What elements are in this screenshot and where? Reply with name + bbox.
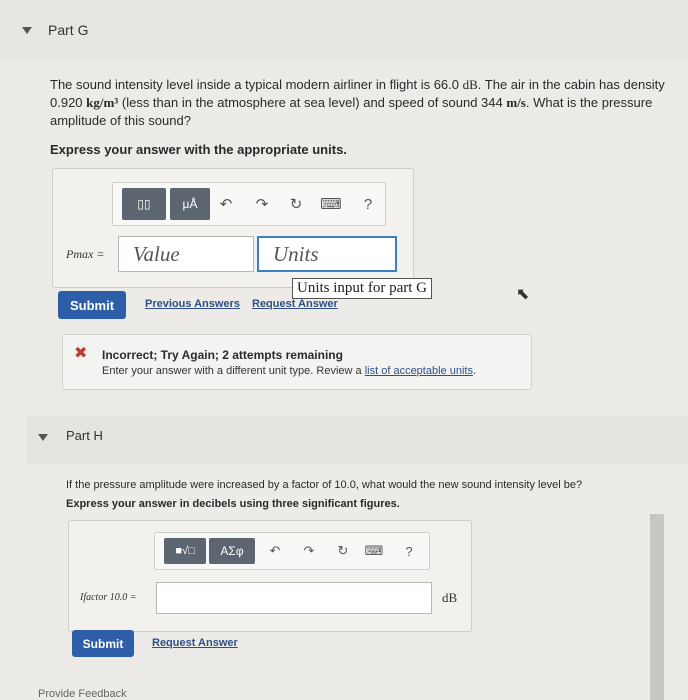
scrollbar[interactable]: [650, 514, 664, 700]
request-answer-link-g[interactable]: Request Answer: [252, 298, 338, 310]
reset-icon[interactable]: ↻: [286, 192, 306, 216]
part-h-question: If the pressure amplitude were increased…: [66, 479, 583, 491]
part-g-question: The sound intensity level inside a typic…: [50, 77, 665, 128]
collapse-triangle-icon[interactable]: [38, 434, 48, 441]
feedback-box: [62, 334, 532, 390]
templates-button[interactable]: ▯▯: [122, 188, 166, 220]
templates-button[interactable]: ■√□: [164, 538, 206, 564]
help-icon[interactable]: ?: [402, 540, 416, 562]
reset-icon[interactable]: ↻: [334, 540, 352, 562]
value-input[interactable]: Value: [118, 236, 254, 272]
part-g-title: Part G: [48, 22, 89, 38]
part-h-title: Part H: [66, 428, 103, 443]
part-h-submit-button[interactable]: Submit: [72, 630, 134, 657]
keyboard-icon[interactable]: ⌨: [362, 540, 386, 562]
previous-answers-link[interactable]: Previous Answers: [145, 298, 240, 310]
acceptable-units-link[interactable]: list of acceptable units: [365, 365, 473, 377]
feedback-text: Enter your answer with a different unit …: [102, 365, 477, 377]
keyboard-icon[interactable]: ⌨: [318, 192, 344, 216]
request-answer-link-h[interactable]: Request Answer: [152, 637, 238, 649]
redo-icon[interactable]: ↷: [252, 192, 272, 216]
part-h-header[interactable]: [26, 416, 688, 464]
part-g-instruction: Express your answer with the appropriate…: [50, 142, 347, 157]
collapse-triangle-icon[interactable]: [22, 27, 32, 34]
units-symbol-button[interactable]: μÅ: [170, 188, 210, 220]
units-tooltip: Units input for part G: [292, 278, 432, 299]
undo-icon[interactable]: ↶: [216, 192, 236, 216]
cursor-icon: ⬉: [516, 286, 530, 303]
ifactor-label: Ifactor 10.0 =: [80, 592, 137, 603]
provide-feedback-link[interactable]: Provide Feedback: [38, 688, 127, 700]
part-g-header[interactable]: [0, 0, 688, 60]
db-unit-label: dB: [442, 590, 458, 605]
error-x-icon: ✖: [74, 345, 88, 362]
part-g-submit-button[interactable]: Submit: [58, 291, 126, 319]
greek-symbols-button[interactable]: ΑΣφ: [209, 538, 255, 564]
units-input[interactable]: Units: [257, 236, 397, 272]
help-icon[interactable]: ?: [360, 192, 376, 216]
pmax-label: Pmax =: [66, 247, 105, 261]
undo-icon[interactable]: ↶: [266, 540, 284, 562]
ifactor-input[interactable]: [156, 582, 432, 614]
part-h-instruction: Express your answer in decibels using th…: [66, 498, 400, 510]
feedback-title: Incorrect; Try Again; 2 attempts remaini…: [102, 348, 343, 362]
redo-icon[interactable]: ↷: [300, 540, 318, 562]
